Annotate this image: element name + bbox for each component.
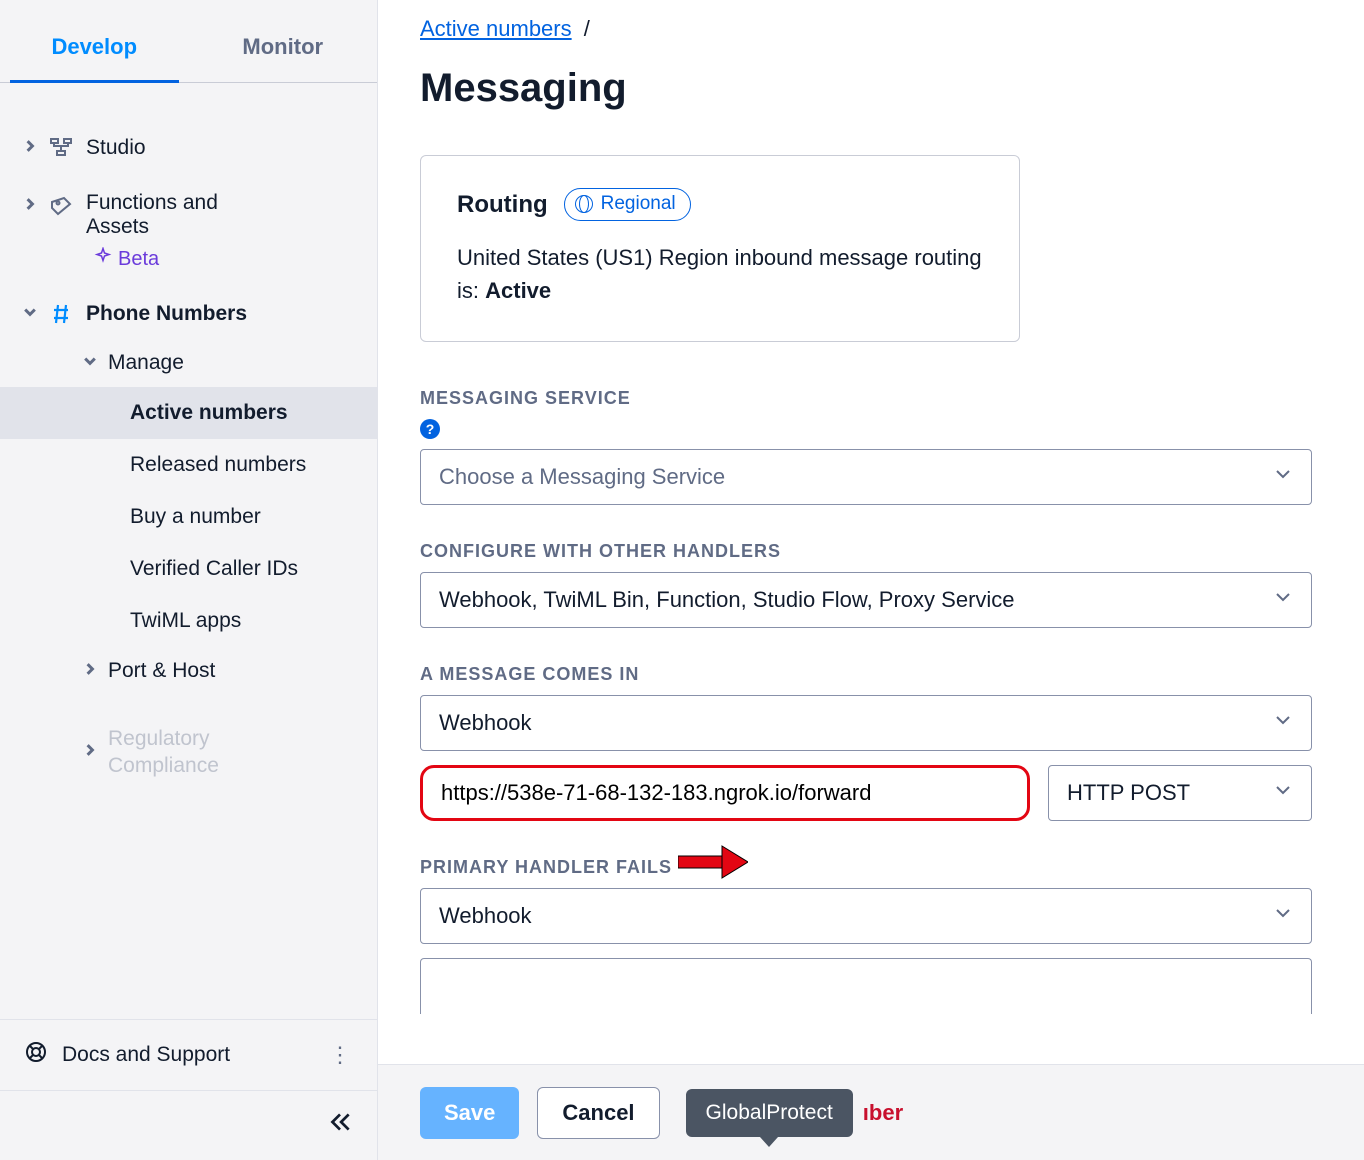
manage-children: Active numbers Released numbers Buy a nu… xyxy=(0,387,377,647)
tooltip: GlobalProtect xyxy=(686,1089,853,1137)
label-configure-handlers: CONFIGURE WITH OTHER HANDLERS xyxy=(420,541,1364,562)
primary-fails-url-field[interactable] xyxy=(439,974,1293,1000)
select-value: Choose a Messaging Service xyxy=(439,464,725,490)
input-webhook-url[interactable] xyxy=(420,765,1030,821)
select-message-type[interactable]: Webhook xyxy=(420,695,1312,751)
sidebar-item-label: Buy a number xyxy=(130,505,261,529)
select-value: Webhook, TwiML Bin, Function, Studio Flo… xyxy=(439,587,1015,613)
breadcrumb: Active numbers / xyxy=(420,16,1364,42)
routing-status: Active xyxy=(485,278,551,303)
chevron-right-icon xyxy=(84,662,96,680)
cancel-button[interactable]: Cancel xyxy=(537,1087,659,1139)
sidebar-item-manage[interactable]: Manage xyxy=(0,339,377,387)
sidebar-item-active-numbers[interactable]: Active numbers xyxy=(0,387,377,439)
chevron-down-icon xyxy=(1273,464,1293,490)
regional-pill[interactable]: Regional xyxy=(564,188,691,221)
sidebar-item-label: Port & Host xyxy=(108,659,215,683)
sidebar-item-label: TwiML apps xyxy=(130,609,241,633)
sidebar-item-label: Manage xyxy=(108,351,184,375)
select-handlers[interactable]: Webhook, TwiML Bin, Function, Studio Flo… xyxy=(420,572,1312,628)
help-icon[interactable]: ? xyxy=(420,419,440,439)
sidebar-item-label: Phone Numbers xyxy=(86,302,247,326)
page-title: Messaging xyxy=(420,66,1364,111)
footer-bar: Save Cancel GlobalProtect ıber xyxy=(378,1064,1364,1160)
sidebar-item-port-host[interactable]: Port & Host xyxy=(0,647,377,695)
label-messaging-service: MESSAGING SERVICE xyxy=(420,388,1364,409)
sidebar-item-released-numbers[interactable]: Released numbers xyxy=(0,439,377,491)
sidebar-item-twiml-apps[interactable]: TwiML apps xyxy=(0,595,377,647)
label-message-comes-in: A MESSAGE COMES IN xyxy=(420,664,1364,685)
sidebar-item-phone-numbers[interactable]: Phone Numbers xyxy=(0,289,377,339)
sidebar: Develop Monitor Studio Functions and Ass… xyxy=(0,0,378,1160)
breadcrumb-active-numbers[interactable]: Active numbers xyxy=(420,16,572,41)
sidebar-item-regulatory[interactable]: Regulatory Compliance xyxy=(0,713,377,792)
select-messaging-service[interactable]: Choose a Messaging Service xyxy=(420,449,1312,505)
sidebar-item-functions[interactable]: Functions and Assets xyxy=(0,173,377,251)
collapse-icon xyxy=(327,1109,353,1142)
collapse-sidebar[interactable] xyxy=(0,1090,377,1160)
hash-icon xyxy=(48,301,74,327)
sidebar-item-label: Studio xyxy=(86,136,146,160)
sidebar-item-label: Verified Caller IDs xyxy=(130,557,298,581)
chevron-down-icon xyxy=(1273,587,1293,613)
regional-label: Regional xyxy=(601,193,676,215)
sidebar-item-label: Regulatory Compliance xyxy=(108,725,268,780)
flow-icon xyxy=(48,135,74,161)
routing-card: Routing Regional United States (US1) Reg… xyxy=(420,155,1020,342)
sparkle-icon xyxy=(94,247,112,271)
chevron-down-icon xyxy=(84,354,96,372)
routing-text: United States (US1) Region inbound messa… xyxy=(457,241,983,307)
sidebar-item-label: Released numbers xyxy=(130,453,306,477)
lifebuoy-icon xyxy=(24,1040,48,1070)
chevron-right-icon xyxy=(24,197,36,215)
label-primary-fails: PRIMARY HANDLER FAILS xyxy=(420,857,1364,878)
sidebar-item-label: Active numbers xyxy=(130,401,288,425)
sidebar-item-label: Functions and Assets xyxy=(86,191,266,239)
docs-support-row[interactable]: Docs and Support ⋮ xyxy=(0,1019,377,1090)
beta-badge: Beta xyxy=(94,247,377,271)
docs-label: Docs and Support xyxy=(62,1043,230,1067)
chevron-down-icon xyxy=(1273,903,1293,929)
chevron-right-icon xyxy=(84,743,96,761)
sidebar-item-verified-caller-ids[interactable]: Verified Caller IDs xyxy=(0,543,377,595)
select-value: Webhook xyxy=(439,710,532,736)
beta-label: Beta xyxy=(118,248,159,271)
select-value: Webhook xyxy=(439,903,532,929)
sidebar-item-studio[interactable]: Studio xyxy=(0,123,377,173)
sidebar-nav: Studio Functions and Assets Beta xyxy=(0,83,377,1019)
chevron-down-icon xyxy=(24,305,36,323)
tab-monitor[interactable]: Monitor xyxy=(189,18,378,82)
select-http-method[interactable]: HTTP POST xyxy=(1048,765,1312,821)
main-panel: Active numbers / Messaging Routing Regio… xyxy=(378,0,1364,1160)
chevron-down-icon xyxy=(1273,710,1293,736)
webhook-url-field[interactable] xyxy=(441,780,1009,806)
trailing-text: ıber xyxy=(863,1100,903,1126)
sidebar-item-buy-number[interactable]: Buy a number xyxy=(0,491,377,543)
breadcrumb-separator: / xyxy=(584,16,590,41)
more-icon[interactable]: ⋮ xyxy=(329,1042,353,1068)
globe-icon xyxy=(575,195,593,213)
chevron-down-icon xyxy=(1273,780,1293,806)
tab-develop[interactable]: Develop xyxy=(0,18,189,82)
save-button[interactable]: Save xyxy=(420,1087,519,1139)
tag-icon xyxy=(48,193,74,219)
input-primary-fails-url[interactable] xyxy=(420,958,1312,1014)
select-primary-fails[interactable]: Webhook xyxy=(420,888,1312,944)
chevron-right-icon xyxy=(24,139,36,157)
select-value: HTTP POST xyxy=(1067,780,1190,806)
sidebar-tabs: Develop Monitor xyxy=(0,0,377,83)
tooltip-text: GlobalProtect xyxy=(686,1089,853,1137)
routing-title: Routing xyxy=(457,191,548,219)
